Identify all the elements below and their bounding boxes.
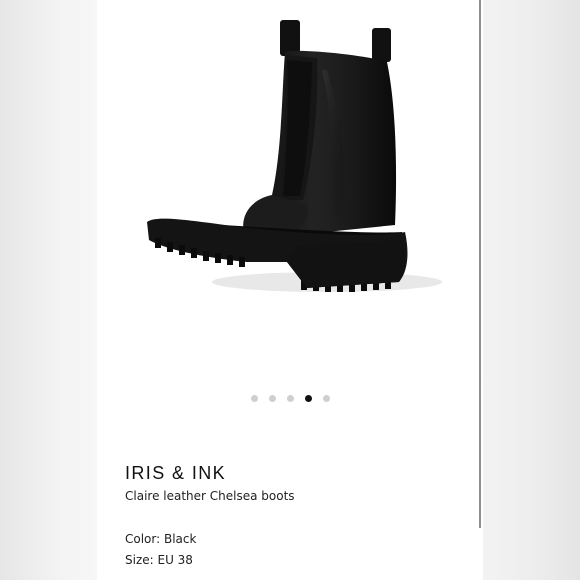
- product-title: Claire leather Chelsea boots: [125, 489, 295, 503]
- brand-name[interactable]: IRIS & INK: [125, 463, 226, 484]
- carousel-dot-2[interactable]: [268, 394, 276, 402]
- carousel-dot-5[interactable]: [322, 394, 330, 402]
- scrollbar[interactable]: [479, 0, 481, 528]
- product-panel: IRIS & INK Claire leather Chelsea boots …: [97, 0, 483, 580]
- carousel-dot-3[interactable]: [286, 394, 294, 402]
- color-attribute: Color: Black: [125, 532, 197, 546]
- carousel-dot-4-active[interactable]: [304, 394, 312, 402]
- right-background: [483, 0, 580, 580]
- product-image[interactable]: [97, 0, 483, 370]
- image-carousel-dots: [97, 393, 483, 403]
- carousel-dot-1[interactable]: [250, 394, 258, 402]
- left-background: [0, 0, 97, 580]
- size-attribute: Size: EU 38: [125, 553, 193, 567]
